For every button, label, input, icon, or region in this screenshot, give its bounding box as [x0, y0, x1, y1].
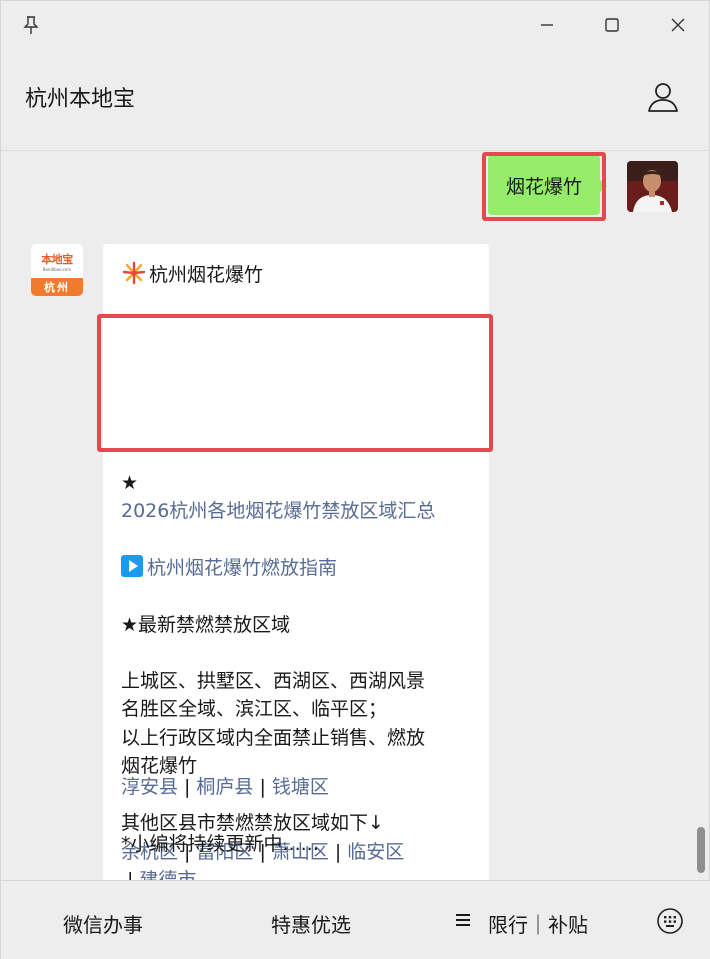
district-link[interactable]: 余杭区 — [121, 841, 178, 863]
separator: | — [259, 776, 266, 798]
menu-traffic-subsidy-label: 限行｜补贴 — [488, 913, 588, 937]
separator: | — [127, 869, 134, 880]
paragraph-line: 上城区、拱墅区、西湖区、西湖风景 — [121, 670, 426, 692]
paragraph-line: 名胜区全域、滨江区、临平区； — [121, 698, 388, 720]
avatar-logo: 本地宝 Bendibao.com — [31, 244, 83, 278]
separator: | — [184, 841, 191, 863]
district-link[interactable]: 桐庐县 — [196, 776, 253, 798]
menu-deals[interactable]: 特惠优选 — [271, 909, 351, 938]
avatar-logo-sub: Bendibao.com — [42, 266, 72, 272]
menu-traffic-subsidy[interactable]: 限行｜补贴 — [456, 909, 588, 938]
outgoing-message[interactable]: 烟花爆竹 — [488, 155, 600, 215]
guide-link-line: 杭州烟花爆竹燃放指南 — [121, 555, 337, 581]
separator: | — [334, 841, 342, 863]
maximize-icon[interactable] — [596, 9, 628, 41]
star-mark: ★ — [121, 472, 139, 494]
bottom-menu: 微信办事 特惠优选 限行｜补贴 — [1, 880, 710, 959]
user-avatar[interactable] — [627, 161, 678, 212]
message-title: 杭州烟花爆竹 — [149, 264, 264, 286]
scrollbar-thumb[interactable] — [697, 827, 705, 873]
link-ban-areas[interactable]: 2026杭州各地烟花爆竹禁放区域汇总 — [121, 498, 435, 524]
chat-title: 杭州本地宝 — [25, 87, 136, 112]
others-intro: 其他区县市禁燃禁放区域如下↓ — [121, 812, 384, 834]
bubble-tail — [600, 180, 607, 192]
title-bar — [1, 1, 710, 49]
paragraph-line: 以上行政区域内全面禁止销售、燃放 — [121, 727, 426, 749]
menu-wechat-services[interactable]: 微信办事 — [63, 909, 143, 938]
play-icon — [121, 555, 143, 577]
close-icon[interactable] — [662, 9, 694, 41]
district-link[interactable]: 萧山区 — [272, 841, 329, 863]
avatar-logo-text: 本地宝 — [41, 252, 73, 266]
minimize-icon[interactable] — [531, 9, 563, 41]
district-row: | 建德市 — [121, 867, 196, 880]
separator: | — [184, 776, 191, 798]
pin-icon[interactable] — [15, 9, 47, 41]
chat-window: 杭州本地宝 烟花爆竹 本地宝 Bendibao.com 杭州 杭州烟花爆竹 ★ … — [0, 0, 710, 959]
district-link[interactable]: 临安区 — [347, 841, 404, 863]
district-link[interactable]: 钱塘区 — [272, 776, 329, 798]
district-link[interactable]: 富阳区 — [196, 841, 253, 863]
district-row: 淳安县 | 桐庐县 | 钱塘区 — [121, 774, 329, 800]
avatar-city-label: 杭州 — [31, 278, 83, 296]
message-title-line: 杭州烟花爆竹 — [121, 260, 263, 288]
message-list[interactable]: 烟花爆竹 本地宝 Bendibao.com 杭州 杭州烟花爆竹 ★ 2026杭州… — [1, 152, 710, 880]
separator: | — [259, 841, 266, 863]
section-heading: ★最新禁燃禁放区域 — [121, 614, 291, 636]
district-row: 余杭区 | 富阳区 | 萧山区 | 临安区 — [121, 839, 404, 865]
menu-list-icon — [456, 911, 470, 929]
district-link[interactable]: 建德市 — [139, 869, 196, 880]
district-link[interactable]: 淳安县 — [121, 776, 178, 798]
link-guide[interactable]: 杭州烟花爆竹燃放指南 — [147, 557, 337, 579]
profile-icon[interactable] — [645, 79, 681, 115]
account-avatar[interactable]: 本地宝 Bendibao.com 杭州 — [31, 244, 83, 296]
firework-icon — [121, 260, 147, 286]
chat-header: 杭州本地宝 — [1, 49, 710, 151]
keyboard-icon[interactable] — [656, 907, 684, 935]
